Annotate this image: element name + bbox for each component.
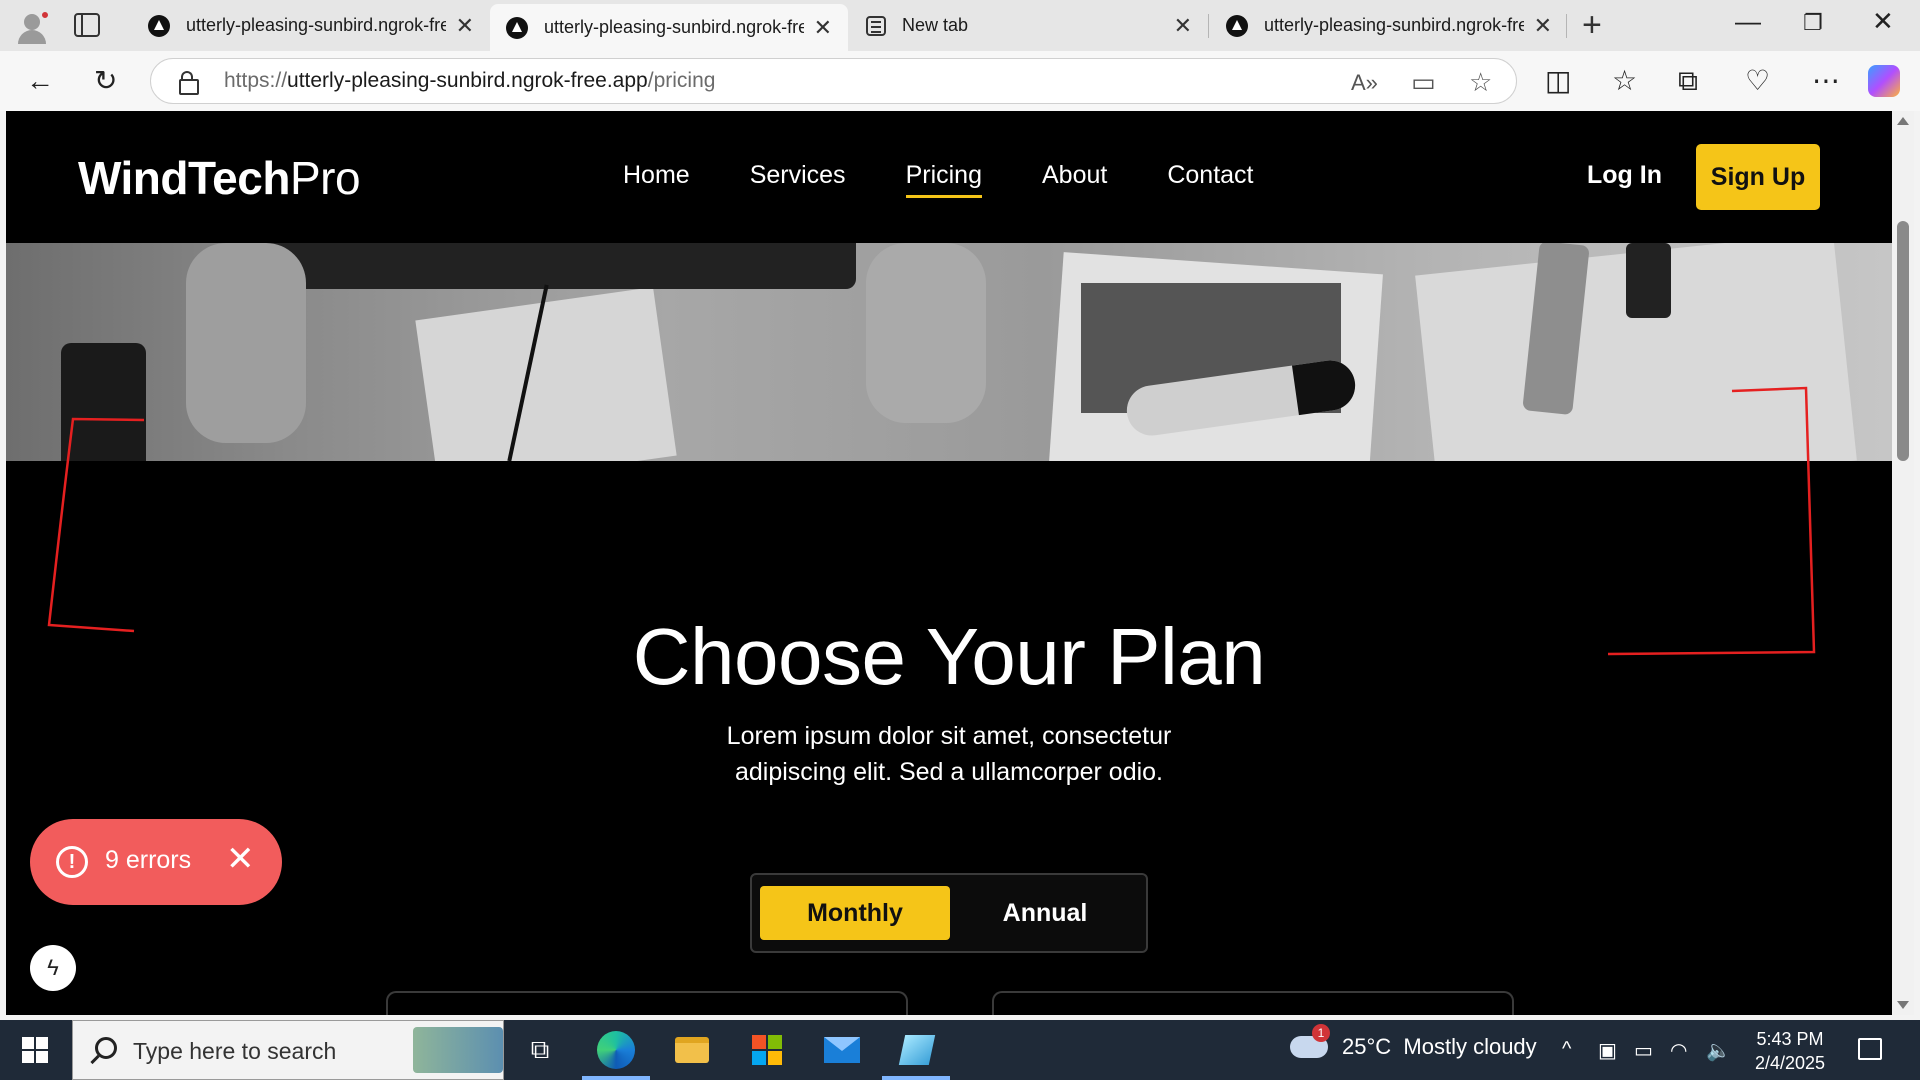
restore-icon[interactable]: ❐ bbox=[1803, 10, 1823, 36]
weather-widget[interactable]: 1 25°C Mostly cloudy bbox=[1290, 1024, 1537, 1060]
site-header: WindTechPro Home Services Pricing About … bbox=[6, 111, 1892, 243]
nav-home[interactable]: Home bbox=[623, 161, 690, 190]
tab-actions-icon[interactable] bbox=[74, 13, 100, 37]
back-arrow-icon[interactable]: ← bbox=[26, 65, 54, 97]
profile-avatar[interactable] bbox=[14, 8, 54, 44]
page-title: Choose Your Plan bbox=[632, 612, 1266, 701]
edge-browser-icon[interactable] bbox=[596, 1030, 636, 1070]
task-view-icon[interactable]: ⧉ bbox=[520, 1030, 560, 1070]
search-placeholder: Type here to search bbox=[133, 1038, 337, 1064]
browser-toolbar: ← ↻ https://utterly-pleasing-sunbird.ngr… bbox=[0, 51, 1920, 111]
site-logo[interactable]: WindTechPro bbox=[78, 151, 361, 205]
site-favicon-icon bbox=[506, 16, 528, 39]
alert-circle-icon: ! bbox=[56, 846, 88, 878]
browser-tab-2[interactable]: utterly-pleasing-sunbird.ngrok-fre ✕ bbox=[490, 4, 848, 51]
address-bar[interactable]: https://utterly-pleasing-sunbird.ngrok-f… bbox=[150, 58, 1517, 104]
scroll-down-arrow-icon[interactable] bbox=[1897, 1001, 1909, 1009]
immersive-reader-icon[interactable]: ▭ bbox=[1411, 67, 1436, 98]
browser-tab-1[interactable]: utterly-pleasing-sunbird.ngrok-fre ✕ bbox=[132, 0, 490, 51]
browser-essentials-icon[interactable]: ♡ bbox=[1745, 65, 1770, 97]
meet-now-icon[interactable]: ▣ bbox=[1598, 1038, 1617, 1063]
errors-count: 9 errors bbox=[105, 846, 192, 874]
copilot-icon[interactable] bbox=[1868, 65, 1900, 97]
errors-indicator[interactable]: ! 9 errors ✕ bbox=[30, 819, 282, 905]
main-nav: Home Services Pricing About Contact bbox=[623, 161, 1314, 198]
new-tab-plus-icon[interactable]: + bbox=[1582, 6, 1602, 45]
search-icon bbox=[95, 1037, 117, 1059]
monthly-toggle-button[interactable]: Monthly bbox=[760, 886, 950, 940]
windows-taskbar: Type here to search ⧉ 1 25°C Mostly clou… bbox=[0, 1020, 1920, 1080]
app-icon[interactable] bbox=[897, 1030, 937, 1070]
tab-title: New tab bbox=[902, 15, 969, 35]
split-screen-icon[interactable]: ◫ bbox=[1545, 65, 1571, 97]
system-clock[interactable]: 5:43 PM 2/4/2025 bbox=[1752, 1027, 1828, 1075]
pricing-card bbox=[386, 991, 908, 1015]
annual-toggle-button[interactable]: Annual bbox=[950, 886, 1140, 940]
search-highlight-image bbox=[413, 1027, 503, 1073]
microsoft-store-icon[interactable] bbox=[747, 1030, 787, 1070]
collections-icon[interactable]: ⧉ bbox=[1678, 65, 1698, 97]
tab-title: utterly-pleasing-sunbird.ngrok-fre bbox=[1264, 15, 1524, 35]
site-favicon-icon bbox=[1226, 14, 1248, 37]
page-subtitle: Lorem ipsum dolor sit amet, consectetur … bbox=[726, 722, 1172, 786]
read-aloud-icon[interactable]: A» bbox=[1351, 70, 1378, 96]
cloud-icon: 1 bbox=[1290, 1024, 1330, 1058]
clock-time: 5:43 PM bbox=[1756, 1029, 1824, 1049]
tab-title: utterly-pleasing-sunbird.ngrok-fre bbox=[544, 17, 804, 37]
nav-about[interactable]: About bbox=[1042, 161, 1107, 190]
chevron-up-icon[interactable]: ^ bbox=[1562, 1038, 1571, 1061]
more-menu-icon[interactable]: ⋯ bbox=[1812, 65, 1840, 97]
minimize-icon[interactable]: — bbox=[1735, 6, 1761, 37]
notifications-icon[interactable] bbox=[1858, 1038, 1882, 1060]
wifi-icon[interactable]: ◠ bbox=[1670, 1038, 1687, 1063]
close-tab-icon[interactable]: ✕ bbox=[814, 15, 832, 41]
taskbar-search-box[interactable]: Type here to search bbox=[72, 1020, 504, 1080]
browser-tab-4[interactable]: utterly-pleasing-sunbird.ngrok-fre ✕ bbox=[1210, 0, 1568, 51]
login-link[interactable]: Log In bbox=[1587, 161, 1662, 190]
weather-badge: 1 bbox=[1312, 1024, 1330, 1042]
page-viewport: WindTechPro Home Services Pricing About … bbox=[6, 111, 1892, 1015]
browser-tab-strip: utterly-pleasing-sunbird.ngrok-fre ✕ utt… bbox=[0, 0, 1920, 51]
signup-button[interactable]: Sign Up bbox=[1696, 144, 1820, 210]
battery-icon[interactable]: ▭ bbox=[1634, 1038, 1653, 1063]
lightning-bolt-icon[interactable]: ϟ bbox=[30, 945, 76, 991]
hero-desk-image bbox=[6, 243, 1892, 461]
close-tab-icon[interactable]: ✕ bbox=[1534, 13, 1552, 39]
nav-services[interactable]: Services bbox=[750, 161, 846, 190]
close-icon[interactable]: ✕ bbox=[226, 839, 255, 879]
billing-toggle: Monthly Annual bbox=[750, 873, 1148, 953]
new-tab-page-icon bbox=[866, 15, 886, 36]
tab-title: utterly-pleasing-sunbird.ngrok-fre bbox=[186, 15, 446, 35]
clock-date: 2/4/2025 bbox=[1754, 1053, 1826, 1073]
favorite-star-icon[interactable]: ☆ bbox=[1469, 67, 1492, 98]
close-tab-icon[interactable]: ✕ bbox=[456, 13, 474, 39]
site-favicon-icon bbox=[148, 14, 170, 37]
scrollbar-thumb[interactable] bbox=[1897, 221, 1909, 461]
file-explorer-icon[interactable] bbox=[672, 1030, 712, 1070]
nav-contact[interactable]: Contact bbox=[1167, 161, 1253, 190]
nav-pricing[interactable]: Pricing bbox=[905, 161, 983, 198]
url-text[interactable]: https://utterly-pleasing-sunbird.ngrok-f… bbox=[224, 69, 715, 93]
notification-dot bbox=[40, 10, 50, 20]
pricing-card bbox=[992, 991, 1514, 1015]
browser-tab-3[interactable]: New tab ✕ bbox=[850, 0, 1208, 51]
windows-start-icon[interactable] bbox=[22, 1037, 48, 1063]
lock-icon[interactable] bbox=[179, 71, 199, 95]
favorites-icon[interactable]: ☆ bbox=[1612, 65, 1637, 97]
scroll-up-arrow-icon[interactable] bbox=[1897, 117, 1909, 125]
refresh-icon[interactable]: ↻ bbox=[94, 65, 117, 97]
page-scrollbar[interactable] bbox=[1892, 111, 1914, 1015]
close-window-icon[interactable]: ✕ bbox=[1872, 6, 1894, 37]
weather-temp: 25°C bbox=[1342, 1034, 1392, 1059]
close-tab-icon[interactable]: ✕ bbox=[1174, 13, 1192, 39]
mail-icon[interactable] bbox=[822, 1030, 862, 1070]
volume-icon[interactable]: 🔈 bbox=[1706, 1038, 1731, 1063]
weather-description: Mostly cloudy bbox=[1403, 1034, 1537, 1059]
